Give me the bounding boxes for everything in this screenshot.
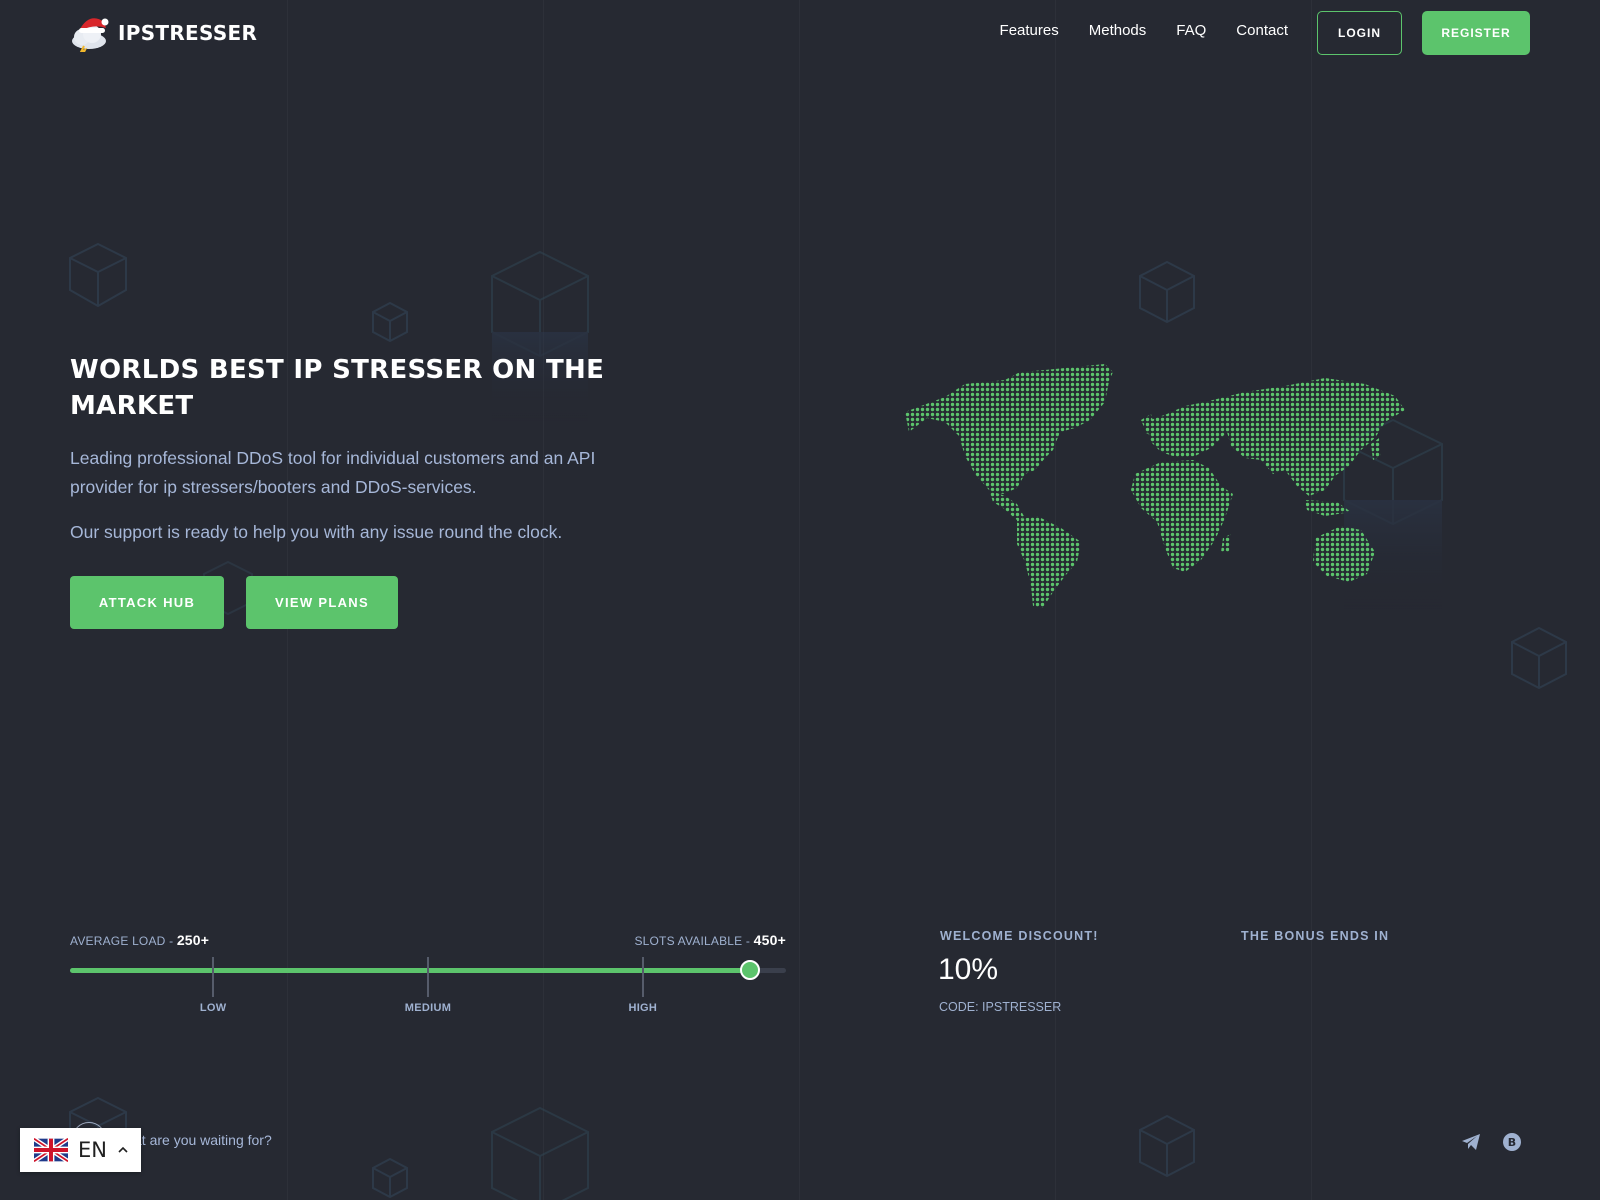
bonus-ends-heading: THE BONUS ENDS IN bbox=[1241, 929, 1390, 943]
main-nav: Features Methods FAQ Contact bbox=[1000, 22, 1288, 39]
load-slider-knob[interactable] bbox=[740, 960, 761, 980]
cube-decoration bbox=[1139, 260, 1195, 324]
santa-cloud-logo-icon bbox=[72, 18, 109, 52]
cube-decoration bbox=[372, 301, 408, 343]
grid-line bbox=[799, 0, 800, 1200]
discount-value: 10% bbox=[938, 953, 999, 986]
tick-label-medium: MEDIUM bbox=[404, 1002, 452, 1014]
average-load-value: 250+ bbox=[176, 932, 210, 948]
cube-decoration bbox=[491, 1106, 589, 1200]
cube-decoration bbox=[69, 242, 127, 308]
hero-title: WORLDS BEST IP STRESSER ON THE MARKET bbox=[70, 355, 605, 421]
tick-high bbox=[641, 957, 644, 997]
header: IPSTRESSER Features Methods FAQ Contact … bbox=[0, 0, 1600, 66]
language-selector[interactable]: EN bbox=[20, 1128, 141, 1172]
nav-link-faq[interactable]: FAQ bbox=[1176, 22, 1206, 39]
nav-link-methods[interactable]: Methods bbox=[1089, 22, 1147, 39]
slots-available-label: SLOTS AVAILABLE - 450+ bbox=[634, 932, 786, 948]
nav-link-contact[interactable]: Contact bbox=[1236, 22, 1288, 39]
register-button[interactable]: REGISTER bbox=[1422, 11, 1530, 55]
nav-link-features[interactable]: Features bbox=[1000, 22, 1059, 39]
page: IPSTRESSER Features Methods FAQ Contact … bbox=[0, 0, 1600, 1200]
hero-support-text: Our support is ready to help you with an… bbox=[70, 522, 563, 542]
tick-medium bbox=[427, 957, 429, 997]
call-to-action-text: at are you waiting for? bbox=[134, 1132, 272, 1148]
cube-decoration bbox=[1139, 1114, 1195, 1178]
uk-flag-icon bbox=[34, 1138, 68, 1162]
cube-decoration bbox=[372, 1157, 408, 1199]
slots-available-text: SLOTS AVAILABLE - bbox=[634, 934, 754, 948]
hero-description: Leading professional DDoS tool for indiv… bbox=[70, 448, 596, 497]
bitcoin-icon[interactable]: B bbox=[1501, 1131, 1523, 1153]
tick-label-high: HIGH bbox=[628, 1002, 658, 1014]
svg-text:B: B bbox=[1508, 1136, 1516, 1149]
tick-label-low: LOW bbox=[199, 1002, 227, 1014]
view-plans-button[interactable]: VIEW PLANS bbox=[246, 576, 398, 629]
average-load-text: AVERAGE LOAD - bbox=[70, 934, 177, 948]
brand-name: IPSTRESSER bbox=[118, 21, 258, 45]
load-meter: AVERAGE LOAD - 250+ SLOTS AVAILABLE - 45… bbox=[70, 930, 786, 1020]
login-button[interactable]: LOGIN bbox=[1317, 11, 1402, 55]
average-load-label: AVERAGE LOAD - 250+ bbox=[70, 932, 209, 948]
attack-hub-button[interactable]: ATTACK HUB bbox=[70, 576, 224, 629]
world-map-illustration bbox=[905, 364, 1405, 608]
slots-available-value: 450+ bbox=[753, 932, 786, 948]
chevron-up-icon bbox=[118, 1146, 128, 1153]
language-code: EN bbox=[78, 1138, 107, 1162]
cube-decoration bbox=[1511, 626, 1567, 690]
welcome-discount-heading: WELCOME DISCOUNT! bbox=[940, 929, 1099, 943]
tick-low bbox=[212, 957, 215, 997]
discount-code: CODE: IPSTRESSER bbox=[939, 1000, 1062, 1014]
load-fill bbox=[70, 968, 751, 973]
grid-line bbox=[543, 0, 544, 1200]
brand-logo[interactable]: IPSTRESSER bbox=[70, 14, 257, 52]
telegram-icon[interactable] bbox=[1460, 1131, 1482, 1153]
